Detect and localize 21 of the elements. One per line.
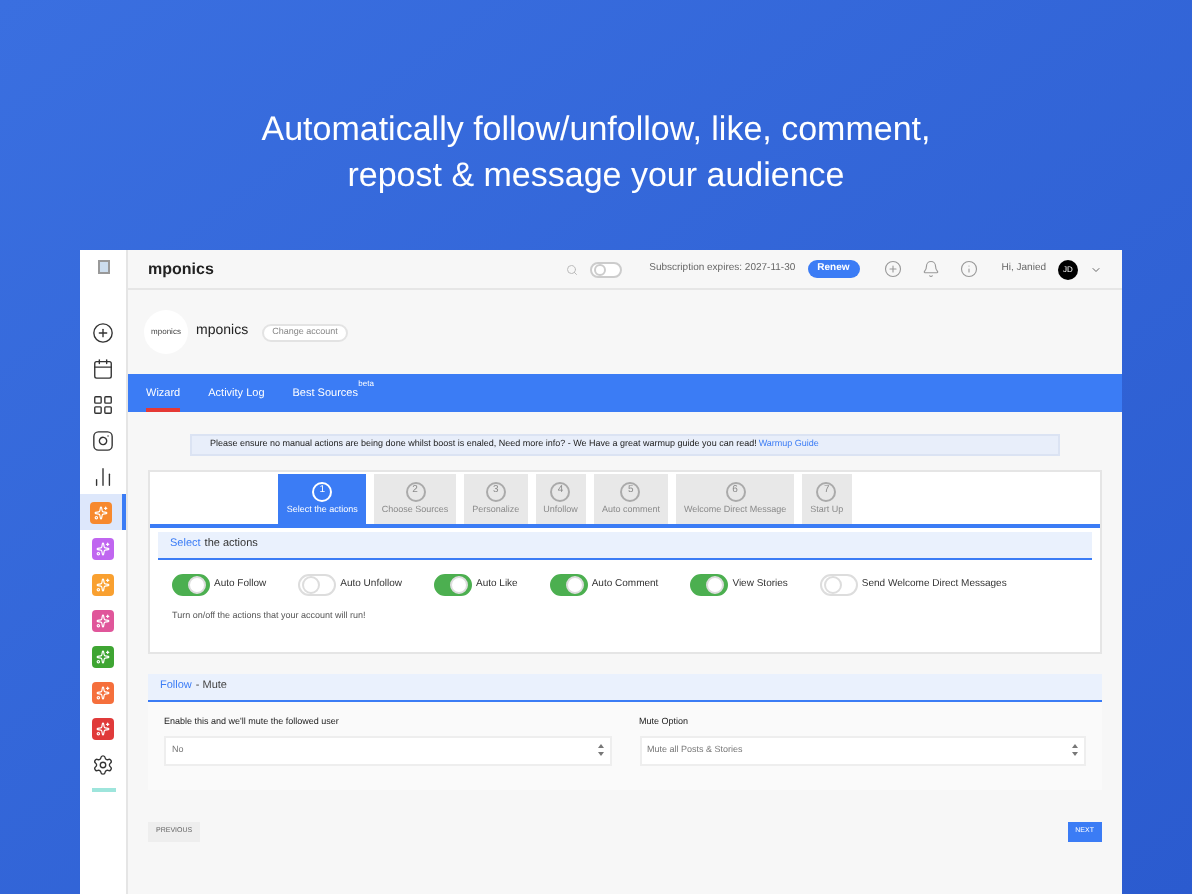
grid-icon	[92, 393, 114, 415]
notification-icon[interactable]	[921, 260, 940, 278]
search-icon	[565, 263, 578, 275]
headline: Automatically follow/unfollow, like, comment, repost & message your audience	[259, 108, 933, 198]
action-toggle[interactable]	[690, 574, 729, 596]
camera-icon	[92, 429, 114, 451]
add-icon[interactable]	[883, 260, 902, 278]
info-icon[interactable]	[959, 260, 978, 278]
bar-chart-icon	[92, 465, 114, 487]
action-toggle[interactable]	[433, 574, 472, 596]
action-toggle[interactable]	[549, 574, 588, 596]
sort-arrows-icon	[597, 744, 603, 756]
calendar-icon	[92, 357, 114, 379]
brand-name: mponics	[148, 257, 214, 281]
boost-toggle[interactable]	[589, 261, 622, 277]
add-icon	[92, 321, 114, 343]
settings-icon	[92, 753, 114, 775]
action-toggle[interactable]	[172, 574, 210, 596]
broken-image-icon	[97, 260, 109, 274]
caret-icon[interactable]	[1090, 263, 1102, 275]
sort-arrows-icon	[1072, 744, 1078, 756]
